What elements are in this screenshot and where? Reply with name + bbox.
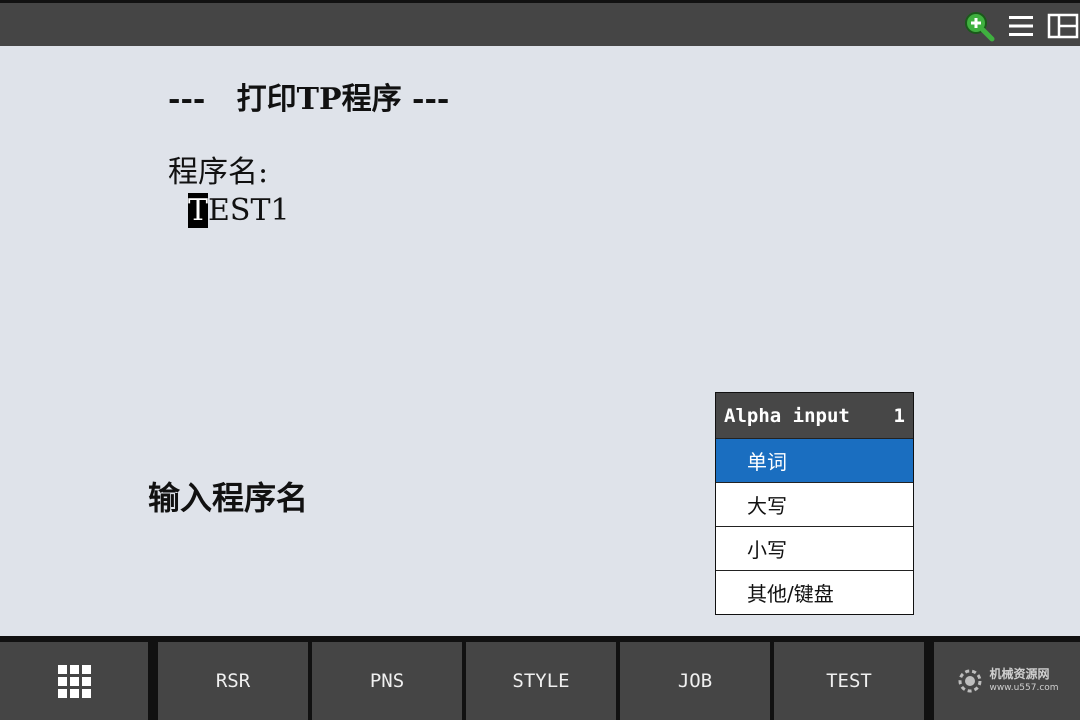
f4-job-button[interactable]: JOB [620,642,770,720]
zoom-in-icon[interactable] [962,9,996,43]
f2-pns-button[interactable]: PNS [312,642,462,720]
page-title: --- 打印TP程序 --- [168,82,450,117]
program-name-text: EST1 [208,193,290,228]
top-bar [0,0,1080,46]
main-menu-button[interactable] [0,642,148,720]
grid-menu-icon [57,664,91,698]
alpha-option-lowercase[interactable]: 小写 [716,526,913,570]
gear-logo-icon [958,669,982,693]
menu-icon[interactable] [1004,9,1038,43]
main-panel [0,46,1080,636]
alpha-input-header: Alpha input 1 [716,393,913,438]
alpha-input-title: Alpha input [724,404,850,427]
layout-icon[interactable] [1046,9,1080,43]
alpha-option-word[interactable]: 单词 [716,438,913,482]
f1-rsr-button[interactable]: RSR [158,642,308,720]
alpha-input-popup: Alpha input 1 单词 大写 小写 其他/键盘 [715,392,914,615]
watermark-title: 机械资源网 [989,667,1050,681]
watermark: 机械资源网 www.u557.com [934,642,1080,720]
f3-style-button[interactable]: STYLE [466,642,616,720]
top-icons [962,7,1080,45]
text-cursor: T [188,193,209,228]
program-name-field[interactable]: TEST1 [188,193,290,229]
watermark-url: www.u557.com [989,683,1059,693]
alpha-option-other-keyboard[interactable]: 其他/键盘 [716,570,913,614]
f5-test-button[interactable]: TEST [774,642,924,720]
prompt-message: 输入程序名 [148,479,309,517]
alpha-input-number: 1 [893,404,905,427]
program-name-label: 程序名: [168,155,269,190]
function-key-bar: RSR PNS STYLE JOB TEST 机械资源网 www.u557.co… [0,636,1080,720]
alpha-option-uppercase[interactable]: 大写 [716,482,913,526]
